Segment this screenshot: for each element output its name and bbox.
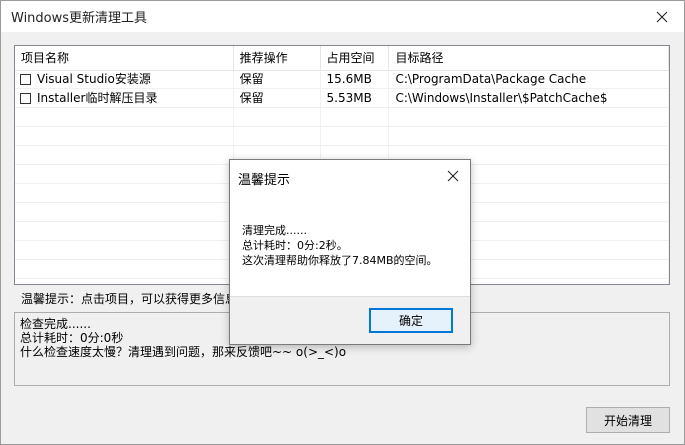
notice-dialog: 温馨提示 清理完成...... 总计耗时：0分:2秒。 这次清理帮助你释放了7.… <box>229 159 471 345</box>
table-row[interactable]: Installer临时解压目录 保留 5.53MB C:\Windows\Ins… <box>15 89 669 108</box>
row-checkbox[interactable] <box>20 92 31 104</box>
window-title: Windows更新清理工具 <box>11 11 148 26</box>
row-name: Visual Studio安装源 <box>37 72 151 86</box>
row-path: C:\Windows\Installer\$PatchCache$ <box>389 89 669 107</box>
table-row[interactable]: Visual Studio安装源 保留 15.6MB C:\ProgramDat… <box>15 70 669 89</box>
list-header: 项目名称 推荐操作 占用空间 目标路径 <box>15 46 669 71</box>
dialog-line: 清理完成...... <box>242 224 307 237</box>
log-line: 什么检查速度太慢？清理遇到问题，那来反馈吧~~ o(>_<)o <box>20 345 347 359</box>
close-icon[interactable] <box>640 1 684 32</box>
dialog-line: 这次清理帮助你释放了7.84MB的空间。 <box>242 254 438 267</box>
row-checkbox[interactable] <box>20 73 31 85</box>
row-name-cell: Installer临时解压目录 <box>15 89 234 107</box>
empty-row <box>15 108 669 127</box>
dialog-close-icon[interactable] <box>436 160 470 192</box>
row-name: Installer临时解压目录 <box>37 91 158 105</box>
dialog-message: 清理完成...... 总计耗时：0分:2秒。 这次清理帮助你释放了7.84MB的… <box>242 223 438 268</box>
row-name-cell: Visual Studio安装源 <box>15 70 234 88</box>
hint-text: 温馨提示：点击项目，可以获得更多信息 <box>21 292 238 306</box>
dialog-footer: 确定 <box>230 296 470 344</box>
column-header-action[interactable]: 推荐操作 <box>234 46 321 70</box>
row-action: 保留 <box>234 89 321 107</box>
column-header-size[interactable]: 占用空间 <box>321 46 390 70</box>
app-window: Windows更新清理工具 项目名称 推荐操作 占用空间 目标路径 Visual… <box>0 0 685 445</box>
start-cleanup-button[interactable]: 开始清理 <box>586 407 670 433</box>
ok-button[interactable]: 确定 <box>369 308 453 333</box>
column-header-name[interactable]: 项目名称 <box>15 46 234 70</box>
row-path: C:\ProgramData\Package Cache <box>389 70 669 88</box>
row-action: 保留 <box>234 70 321 88</box>
empty-row <box>15 127 669 146</box>
dialog-title: 温馨提示 <box>238 173 291 188</box>
column-header-path[interactable]: 目标路径 <box>389 46 669 70</box>
title-bar: Windows更新清理工具 <box>1 1 684 32</box>
dialog-line: 总计耗时：0分:2秒。 <box>242 239 348 252</box>
row-size: 15.6MB <box>321 70 390 88</box>
row-size: 5.53MB <box>321 89 390 107</box>
